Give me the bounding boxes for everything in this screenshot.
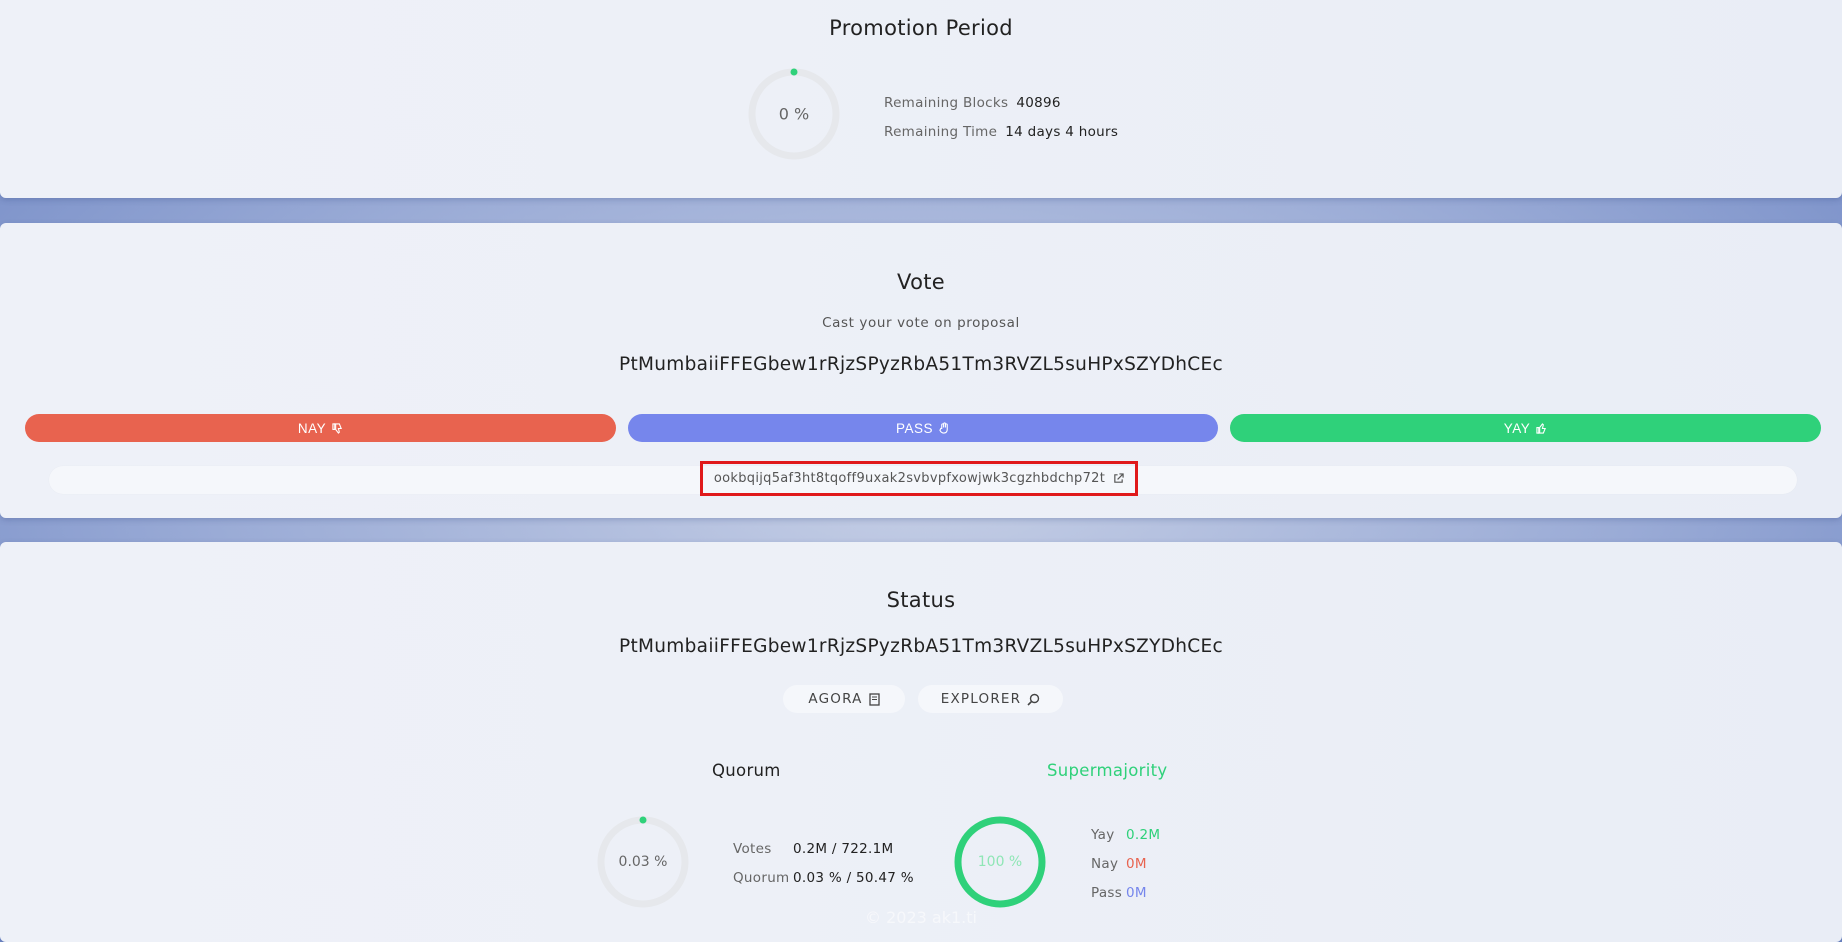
hand-icon	[939, 422, 950, 434]
supermajority-yay-label: Yay	[1091, 827, 1115, 843]
operation-link[interactable]: ookbqijq5af3ht8tqoff9uxak2svbvpfxowjwk3c…	[700, 461, 1138, 496]
supermajority-pass-label: Pass	[1091, 885, 1123, 901]
footer-copyright: © 2023 ak1.ti	[865, 908, 977, 927]
supermajority-heading: Supermajority	[1047, 761, 1168, 780]
remaining-blocks-value: 40896	[1016, 95, 1061, 111]
quorum-heading: Quorum	[712, 761, 781, 780]
vote-subtitle: Cast your vote on proposal	[822, 315, 1020, 331]
quorum-votes-value: 0.2M / 722.1M	[793, 841, 894, 857]
yay-button[interactable]: YAY	[1230, 414, 1821, 442]
nay-label: NAY	[297, 420, 327, 436]
quorum-votes-label: Votes	[733, 841, 772, 857]
promotion-progress-label: 0 %	[778, 104, 810, 124]
operation-hash: ookbqijq5af3ht8tqoff9uxak2svbvpfxowjwk3c…	[713, 471, 1106, 486]
status-proposal-hash: PtMumbaiiFFEGbew1rRjzSPyzRbA51Tm3RVZL5su…	[619, 636, 1223, 657]
supermajority-nay-value: 0M	[1126, 856, 1147, 872]
search-icon	[1027, 693, 1040, 706]
nay-button[interactable]: NAY	[25, 414, 616, 442]
quorum-quorum-label: Quorum	[733, 870, 790, 886]
supermajority-yay-value: 0.2M	[1126, 827, 1161, 843]
remaining-time-value: 14 days 4 hours	[1005, 124, 1119, 140]
status-card: Status PtMumbaiiFFEGbew1rRjzSPyzRbA51Tm3…	[0, 542, 1842, 942]
agora-button[interactable]: AGORA	[783, 685, 905, 713]
thumbs-down-icon	[332, 422, 343, 434]
remaining-blocks-label: Remaining Blocks	[884, 95, 1009, 111]
promotion-period-card: Promotion Period 0 % Remaining Blocks 408…	[0, 0, 1842, 198]
quorum-progress-label: 0.03 %	[618, 854, 668, 870]
remaining-time-label: Remaining Time	[884, 124, 998, 140]
promotion-progress-ring: 0 %	[744, 64, 844, 164]
thumbs-up-icon	[1536, 422, 1547, 434]
vote-card: Vote Cast your vote on proposal PtMumbai…	[0, 223, 1842, 518]
agora-label: AGORA	[808, 691, 863, 707]
vote-proposal-hash: PtMumbaiiFFEGbew1rRjzSPyzRbA51Tm3RVZL5su…	[619, 354, 1223, 375]
external-link-icon	[1113, 473, 1124, 484]
yay-label: YAY	[1503, 420, 1531, 436]
quorum-quorum-value: 0.03 % / 50.47 %	[793, 870, 914, 886]
supermajority-progress-label: 100 %	[977, 854, 1023, 870]
remaining-time-row: Remaining Time 14 days 4 hours	[884, 124, 1118, 140]
explorer-label: EXPLORER	[940, 691, 1022, 707]
status-title: Status	[886, 588, 956, 612]
supermajority-pass-value: 0M	[1126, 885, 1147, 901]
supermajority-nay-label: Nay	[1091, 856, 1119, 872]
promotion-period-title: Promotion Period	[829, 16, 1013, 40]
explorer-button[interactable]: EXPLORER	[918, 685, 1063, 713]
remaining-blocks-row: Remaining Blocks 40896	[884, 95, 1061, 111]
quorum-progress-ring: 0.03 %	[593, 812, 693, 912]
pass-label: PASS	[895, 420, 933, 436]
pass-button[interactable]: PASS	[628, 414, 1218, 442]
supermajority-progress-ring: 100 %	[950, 812, 1050, 912]
book-icon	[868, 692, 880, 706]
vote-title: Vote	[897, 270, 945, 294]
